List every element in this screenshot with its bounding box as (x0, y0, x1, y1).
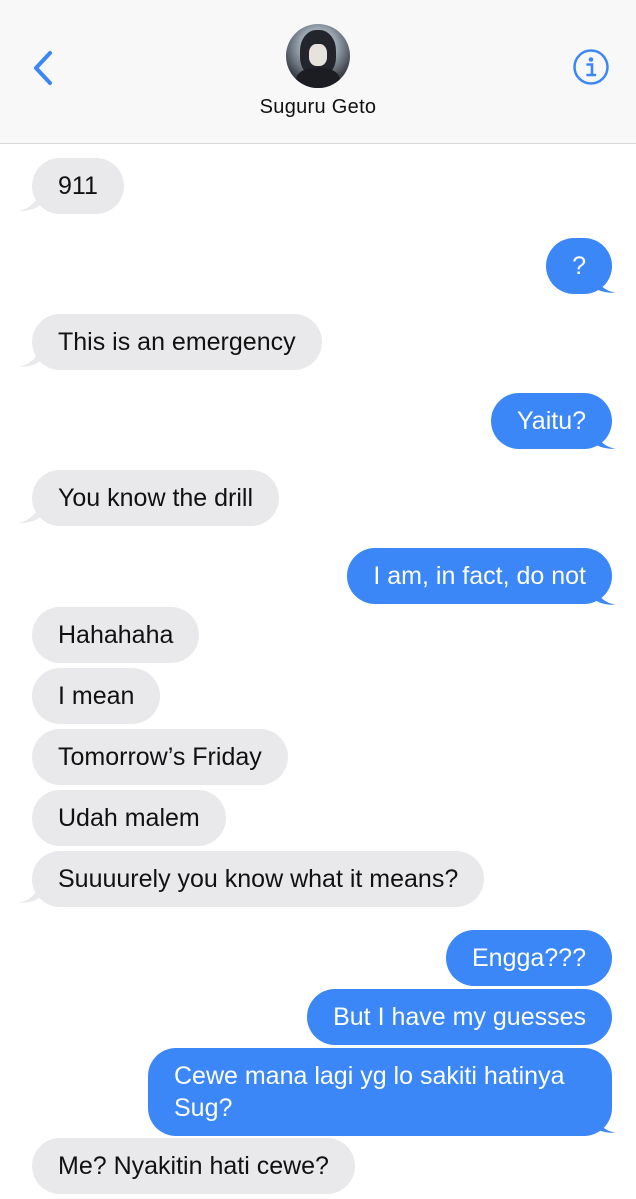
message-received[interactable]: 911 (32, 158, 124, 214)
message-received[interactable]: Suuuurely you know what it means? (32, 851, 485, 907)
message-received[interactable]: Hahahaha (32, 607, 200, 663)
message-sent[interactable]: Yaitu? (490, 393, 612, 449)
message-sent[interactable]: But I have my guesses (307, 989, 612, 1045)
contact-avatar[interactable] (286, 24, 350, 88)
message-received[interactable]: Tomorrow’s Friday (32, 729, 288, 785)
contact-name[interactable]: Suguru Geto (0, 96, 636, 119)
message-sent[interactable]: Engga??? (445, 930, 612, 986)
message-sent[interactable]: Cewe mana lagi yg lo sakiti hatinya Sug? (148, 1048, 612, 1136)
message-received[interactable]: Me? Nyakitin hati cewe? (32, 1138, 355, 1194)
back-button[interactable] (28, 48, 58, 88)
message-sent[interactable]: ? (546, 238, 612, 294)
message-sent[interactable]: I am, in fact, do not (347, 548, 612, 604)
message-received[interactable]: This is an emergency (32, 314, 322, 370)
info-icon (573, 49, 609, 85)
message-received[interactable]: I mean (32, 668, 161, 724)
message-received[interactable]: Udah malem (32, 790, 226, 846)
info-button[interactable] (572, 48, 610, 86)
message-received[interactable]: You know the drill (32, 470, 280, 526)
conversation-header: Suguru Geto (0, 0, 636, 144)
message-thread[interactable]: 911 ? This is an emergency Yaitu? You kn… (0, 145, 636, 1199)
chevron-left-icon (34, 51, 52, 85)
